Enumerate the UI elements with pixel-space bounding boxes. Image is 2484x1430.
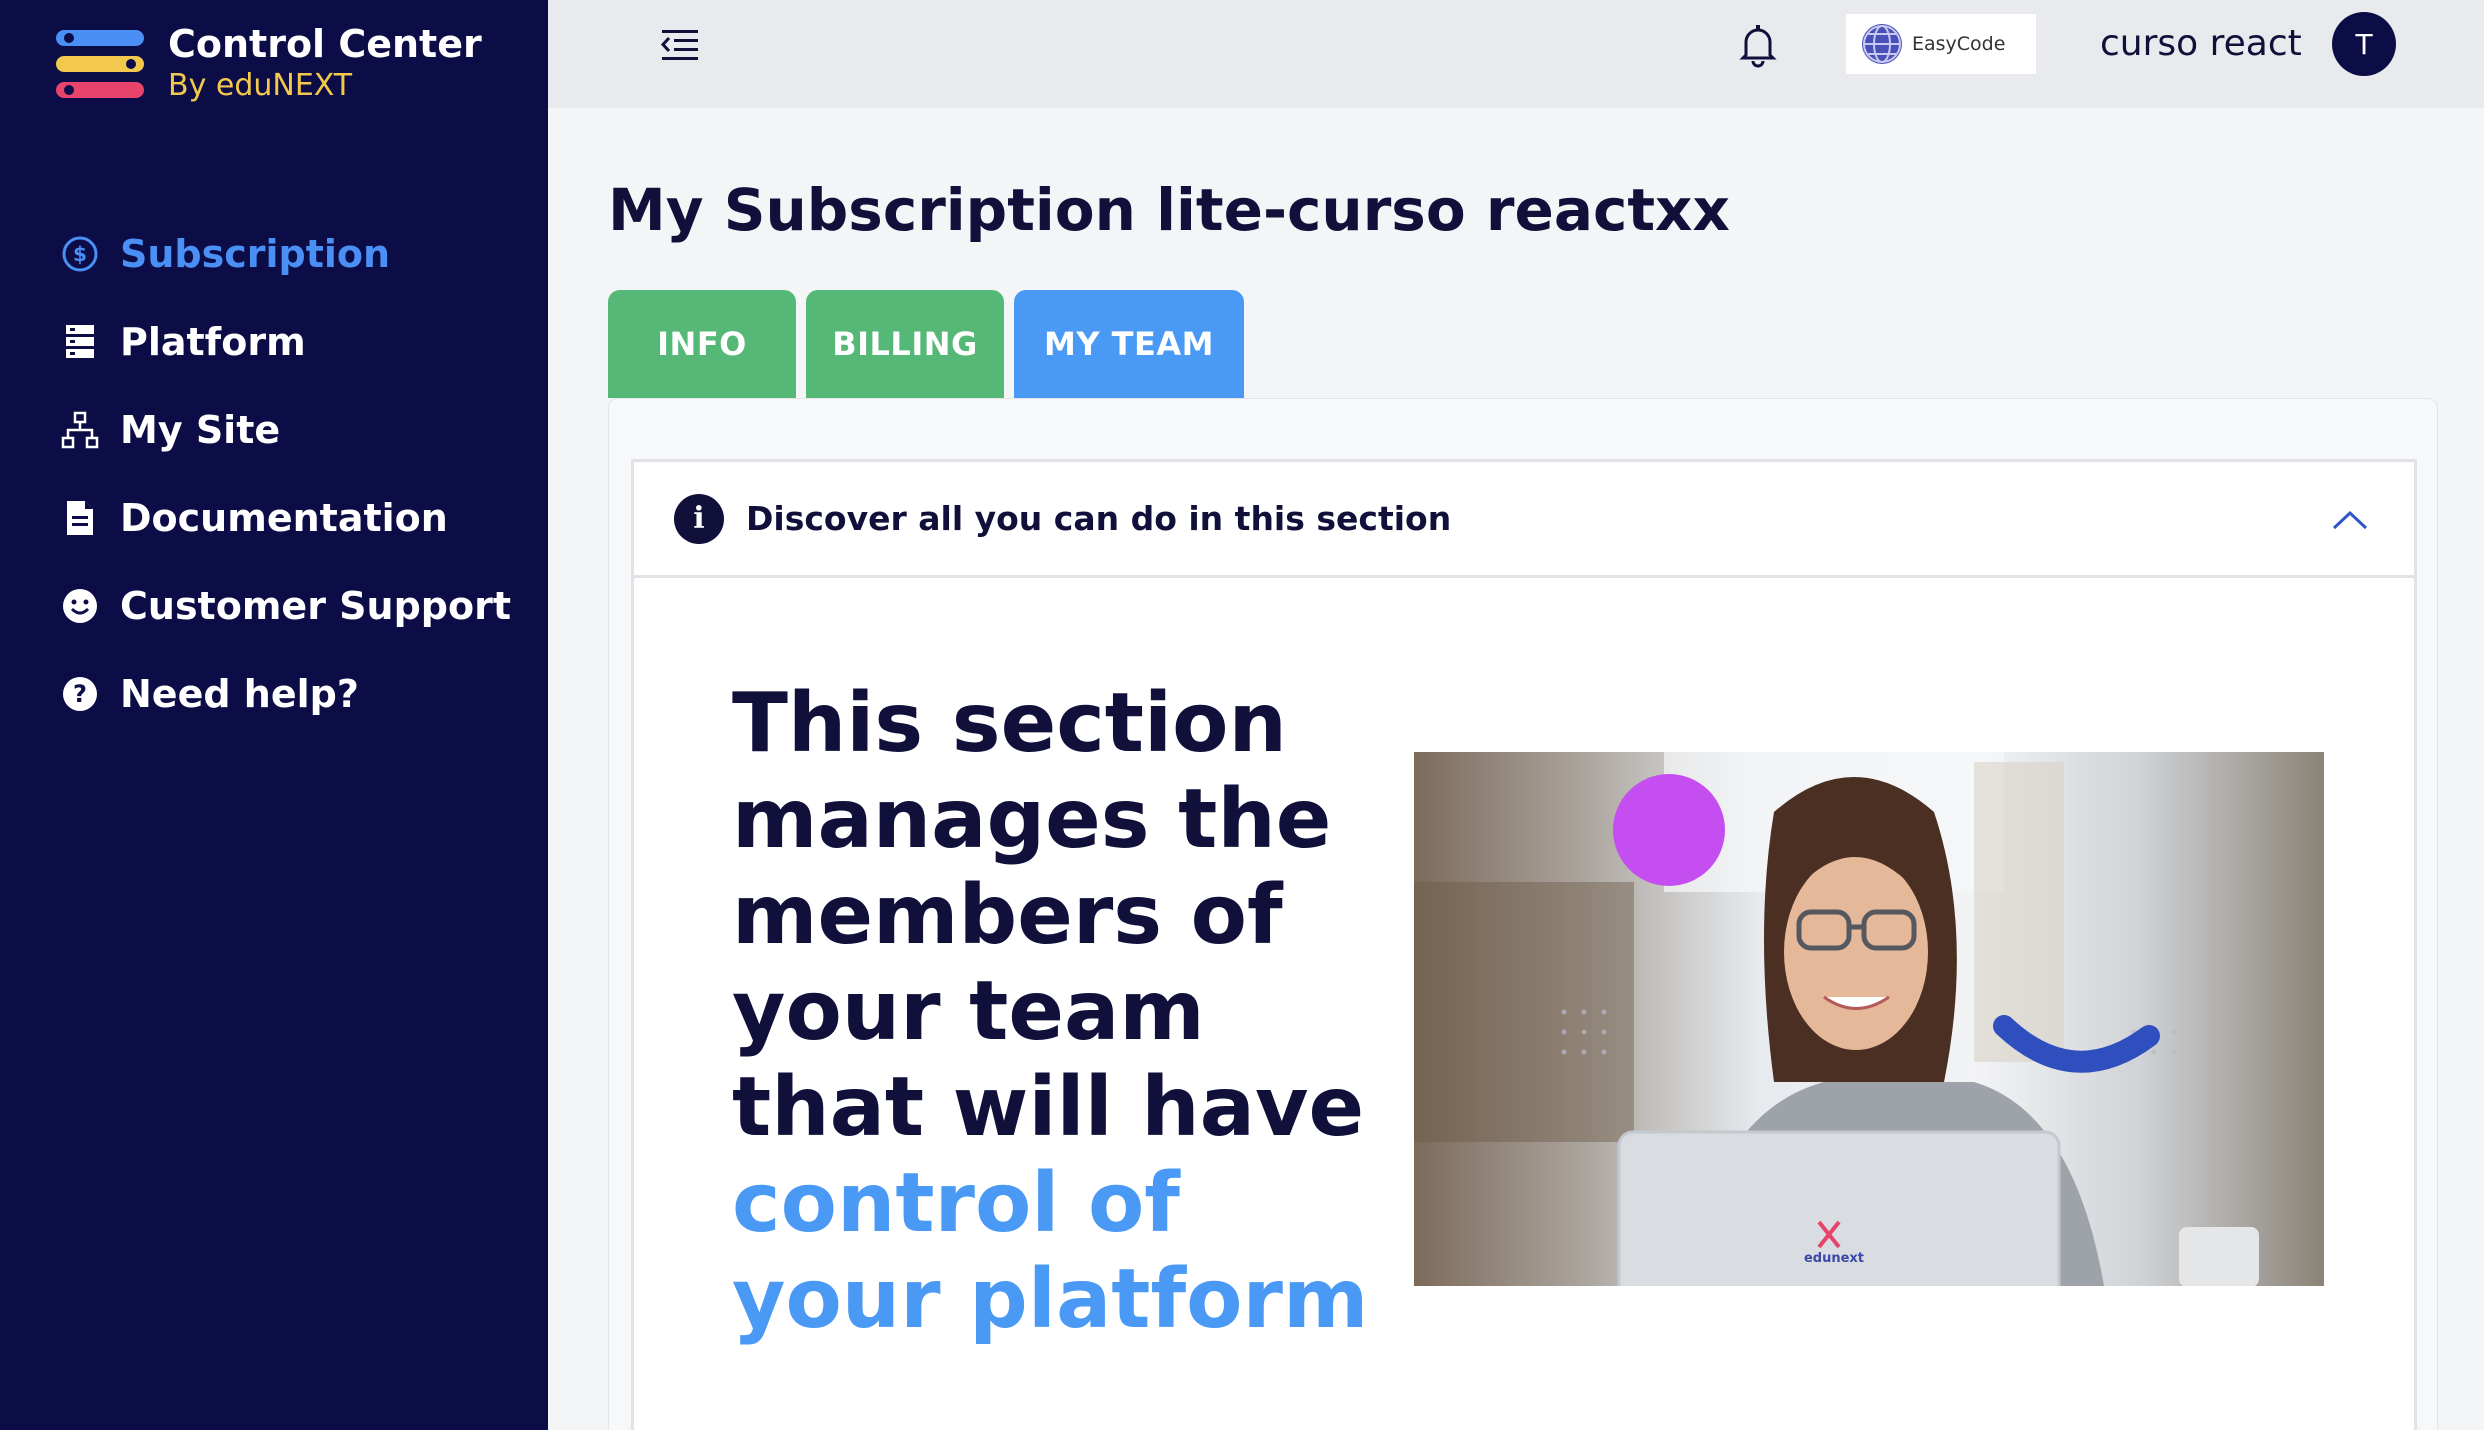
- sidebar-item-label: Customer Support: [120, 584, 512, 628]
- sidebar-item-subscription[interactable]: $ Subscription: [60, 210, 511, 298]
- sidebar-item-label: Platform: [120, 320, 306, 364]
- tab-bar: INFO BILLING MY TEAM: [608, 290, 1254, 420]
- brand-subtitle: By eduNEXT: [168, 68, 353, 103]
- sidebar-nav: $ Subscription Platform My Site Document…: [60, 210, 511, 738]
- tab-info[interactable]: INFO: [608, 290, 796, 398]
- hero-text-main: This section manages the members of your…: [732, 676, 1365, 1155]
- user-name[interactable]: curso react: [2100, 20, 2302, 68]
- topbar: EasyCode curso react T: [548, 0, 2484, 108]
- globe-icon: [1862, 24, 1902, 64]
- bell-icon[interactable]: [1738, 22, 1778, 68]
- svg-text:?: ?: [73, 680, 87, 708]
- organization-name: EasyCode: [1912, 33, 2006, 55]
- chevron-up-icon[interactable]: [2330, 508, 2370, 532]
- app-root: Control Center By eduNEXT $ Subscription…: [0, 0, 2484, 1430]
- sitemap-icon: [60, 410, 100, 450]
- laptop-logo-text: edunext: [1804, 1251, 1864, 1266]
- sidebar-item-need-help[interactable]: ? Need help?: [60, 650, 511, 738]
- sidebar-item-documentation[interactable]: Documentation: [60, 474, 511, 562]
- brand[interactable]: Control Center By eduNEXT: [56, 22, 482, 110]
- brand-logo-icon: [56, 30, 144, 110]
- brand-title: Control Center: [168, 22, 482, 66]
- tab-billing[interactable]: BILLING: [806, 290, 1004, 398]
- hero-text: This section manages the members of your…: [732, 676, 1372, 1348]
- info-card: i Discover all you can do in this sectio…: [631, 459, 2417, 1430]
- smiley-icon: [60, 586, 100, 626]
- hero-image: edunext: [1414, 752, 2324, 1286]
- dollar-circle-icon: $: [60, 234, 100, 274]
- sidebar: Control Center By eduNEXT $ Subscription…: [0, 0, 548, 1430]
- server-icon: [60, 322, 100, 362]
- avatar[interactable]: T: [2332, 12, 2396, 76]
- sidebar-item-label: Documentation: [120, 496, 448, 540]
- document-icon: [60, 498, 100, 538]
- sidebar-item-label: Need help?: [120, 672, 359, 716]
- collapse-menu-icon[interactable]: [660, 28, 700, 62]
- info-card-header[interactable]: i Discover all you can do in this sectio…: [634, 462, 2414, 578]
- question-circle-icon: ?: [60, 674, 100, 714]
- sidebar-item-customer-support[interactable]: Customer Support: [60, 562, 511, 650]
- svg-text:$: $: [73, 242, 87, 266]
- organization-logo[interactable]: EasyCode: [1846, 14, 2036, 74]
- sidebar-item-label: My Site: [120, 408, 281, 452]
- page-title: My Subscription lite-curso reactxx: [608, 176, 1730, 244]
- sidebar-item-my-site[interactable]: My Site: [60, 386, 511, 474]
- sidebar-item-label: Subscription: [120, 232, 391, 276]
- sidebar-item-platform[interactable]: Platform: [60, 298, 511, 386]
- hero-text-highlight: control of your platform: [732, 1156, 1369, 1347]
- tab-my-team[interactable]: MY TEAM: [1014, 290, 1244, 420]
- info-card-title: Discover all you can do in this section: [746, 499, 1452, 538]
- tab-panel: i Discover all you can do in this sectio…: [608, 398, 2438, 1430]
- info-icon: i: [674, 493, 724, 544]
